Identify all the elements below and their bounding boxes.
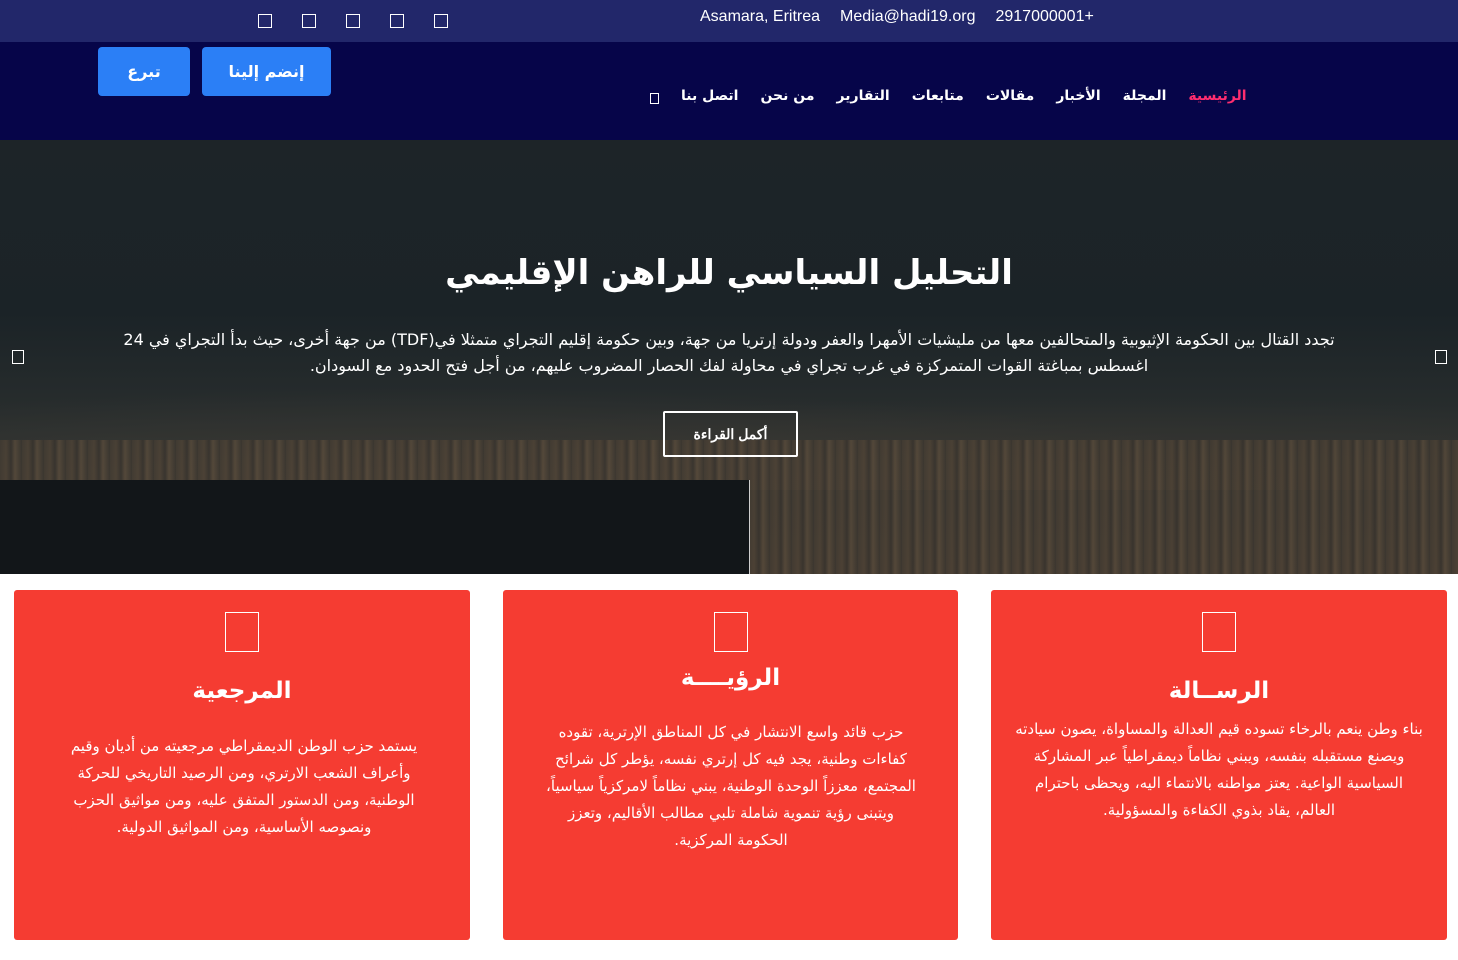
card-title: الرســالة <box>1168 678 1270 704</box>
nav-item-magazine[interactable]: المجلة <box>1123 88 1167 104</box>
social-icon[interactable] <box>434 14 448 28</box>
nav-item-about[interactable]: من نحن <box>760 88 814 104</box>
card-icon <box>1202 612 1236 652</box>
social-icon[interactable] <box>346 14 360 28</box>
nav-item-contact[interactable]: اتصل بنا <box>681 88 738 104</box>
search-icon[interactable] <box>650 92 659 104</box>
nav-menu: الرئيسية المجلة الأخبار مقالات متابعات ا… <box>650 42 1270 140</box>
card-reference: المرجعية يستمد حزب الوطن الديمقراطي مرجع… <box>14 590 470 940</box>
read-more-button[interactable]: أكمل القراءة <box>663 411 798 457</box>
hero-dark-panel <box>0 480 750 574</box>
card-title: المرجعية <box>192 678 292 704</box>
card-text: بناء وطن ينعم بالرخاء تسوده قيم العدالة … <box>1015 720 1423 819</box>
join-button[interactable]: إنضم إلينا <box>202 47 331 96</box>
social-icon[interactable] <box>258 14 272 28</box>
slider-prev-icon[interactable] <box>12 350 24 364</box>
nav-item-reports[interactable]: التقارير <box>837 88 890 104</box>
card-vision: الرؤيــــة حزب قائد واسع الانتشار في كل … <box>503 590 958 940</box>
email-link[interactable]: Media@hadi19.org <box>840 8 975 26</box>
location-text: Asamara, Eritrea <box>700 8 821 25</box>
nav-item-news[interactable]: الأخبار <box>1056 88 1100 104</box>
social-icon[interactable] <box>390 14 404 28</box>
nav-item-articles[interactable]: مقالات <box>986 88 1035 104</box>
slider-next-icon[interactable] <box>1435 350 1447 364</box>
card-icon <box>225 612 259 652</box>
card-icon <box>713 612 748 652</box>
nav-item-followups[interactable]: متابعات <box>912 88 964 104</box>
hero-text: تجدد القتال بين الحكومة الإثيوبية والمتح… <box>123 330 1335 375</box>
main-navbar: تبرع إنضم إلينا الرئيسية المجلة الأخبار … <box>0 42 1458 140</box>
social-links <box>258 0 448 42</box>
phone-text: 2917000001+ <box>995 8 1094 25</box>
card-mission: الرســالة بناء وطن ينعم بالرخاء تسوده قي… <box>991 590 1447 940</box>
card-text: حزب قائد واسع الانتشار في كل المناطق الإ… <box>546 723 916 849</box>
contact-info: Asamara, Eritrea Media@hadi19.org 291700… <box>700 0 1094 34</box>
hero-title: التحليل السياسي للراهن الإقليمي <box>445 253 1013 293</box>
hero-divider <box>749 480 750 574</box>
hero-slider: التحليل السياسي للراهن الإقليمي تجدد الق… <box>0 140 1458 574</box>
top-bar: Asamara, Eritrea Media@hadi19.org 291700… <box>0 0 1458 42</box>
nav-item-home[interactable]: الرئيسية <box>1188 88 1246 104</box>
card-title: الرؤيــــة <box>680 665 781 691</box>
card-text: يستمد حزب الوطن الديمقراطي مرجعيته من أد… <box>70 737 418 836</box>
donate-button[interactable]: تبرع <box>98 47 190 96</box>
social-icon[interactable] <box>302 14 316 28</box>
